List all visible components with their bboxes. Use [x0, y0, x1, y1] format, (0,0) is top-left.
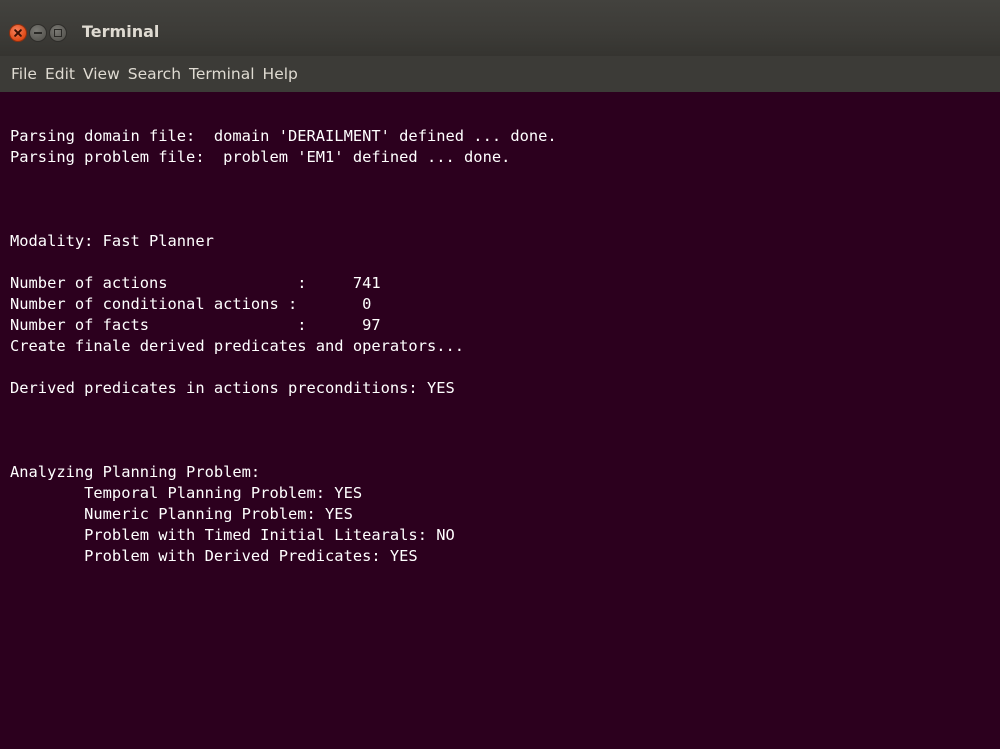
menu-help[interactable]: Help	[263, 65, 298, 83]
menu-view[interactable]: View	[83, 65, 120, 83]
menu-bar: File Edit View Search Terminal Help	[0, 56, 1000, 92]
minimize-icon[interactable]	[29, 24, 47, 42]
maximize-icon[interactable]	[49, 24, 67, 42]
menu-search[interactable]: Search	[128, 65, 181, 83]
terminal-line: Analyzing Planning Problem:	[10, 463, 261, 481]
menu-edit[interactable]: Edit	[45, 65, 75, 83]
terminal-line: Parsing problem file: problem 'EM1' defi…	[10, 148, 511, 166]
terminal-line: Temporal Planning Problem: YES	[10, 484, 363, 502]
terminal-line: Derived predicates in actions preconditi…	[10, 379, 455, 397]
terminal-output[interactable]: Parsing domain file: domain 'DERAILMENT'…	[0, 92, 1000, 749]
terminal-window: Terminal File Edit View Search Terminal …	[0, 0, 1000, 749]
terminal-line: Number of actions : 741	[10, 274, 381, 292]
terminal-line: Problem with Derived Predicates: YES	[10, 547, 418, 565]
menu-file[interactable]: File	[11, 65, 37, 83]
window-controls	[9, 24, 67, 42]
menu-terminal[interactable]: Terminal	[189, 65, 255, 83]
terminal-line: Modality: Fast Planner	[10, 232, 214, 250]
terminal-line: Number of conditional actions : 0	[10, 295, 372, 313]
terminal-line: Create finale derived predicates and ope…	[10, 337, 465, 355]
terminal-line: Problem with Timed Initial Litearals: NO	[10, 526, 455, 544]
window-title: Terminal	[82, 22, 160, 41]
terminal-line: Parsing domain file: domain 'DERAILMENT'…	[10, 127, 557, 145]
terminal-line: Number of facts : 97	[10, 316, 381, 334]
close-icon[interactable]	[9, 24, 27, 42]
title-bar[interactable]: Terminal	[0, 0, 1000, 56]
terminal-line: Numeric Planning Problem: YES	[10, 505, 353, 523]
